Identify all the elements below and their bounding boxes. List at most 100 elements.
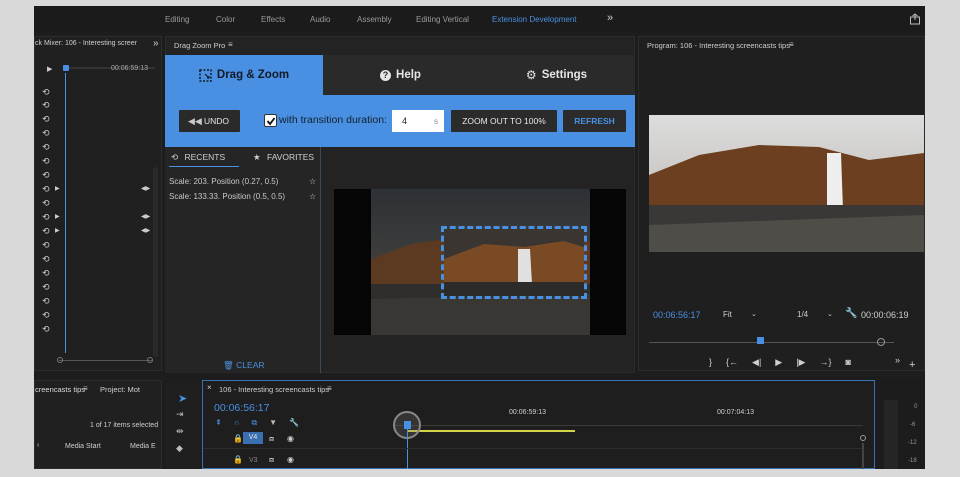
mixer-track-loop-icon[interactable]: ⟲ (42, 212, 50, 223)
mixer-scrollbar[interactable] (153, 167, 158, 357)
favorite-star-icon[interactable]: ☆ (309, 177, 316, 186)
workspace-color[interactable]: Color (216, 15, 235, 24)
recent-item[interactable]: Scale: 203. Position (0.27, 0.5) ☆ (169, 177, 319, 186)
favorite-star-icon[interactable]: ☆ (309, 192, 316, 201)
mixer-track-keyframe-icon[interactable]: ◀▶ (141, 227, 150, 234)
add-marker-icon[interactable]: ▼ (269, 418, 277, 428)
mixer-track-loop-icon[interactable]: ⟲ (42, 254, 50, 265)
mixer-track-loop-icon[interactable]: ⟲ (42, 324, 50, 335)
mixer-track-loop-icon[interactable]: ⟲ (42, 226, 50, 237)
v4-sync-icon[interactable]: ⧈ (269, 434, 274, 444)
workspace-editing-vertical[interactable]: Editing Vertical (416, 15, 469, 24)
tab-settings[interactable]: ⚙ Settings (478, 55, 635, 95)
timeline-wrench-icon[interactable]: 🔧 (289, 418, 299, 428)
timeline-close-icon[interactable]: × (207, 383, 212, 392)
go-to-out-icon[interactable]: →} (819, 357, 831, 368)
project-tab-project[interactable]: Project: Mot (100, 385, 140, 394)
track-v3-label[interactable]: V3 (249, 457, 258, 464)
razor-tool-icon[interactable]: ◆ (176, 443, 183, 454)
workspace-audio[interactable]: Audio (310, 15, 330, 24)
mixer-track-loop-icon[interactable]: ⟲ (42, 240, 50, 251)
play-icon[interactable]: ▶ (775, 357, 782, 368)
workspace-assembly[interactable]: Assembly (357, 15, 392, 24)
mixer-track-loop-icon[interactable]: ⟲ (42, 156, 50, 167)
ripple-edit-tool-icon[interactable]: ⇹ (176, 426, 184, 437)
mixer-track-loop-icon[interactable]: ⟲ (42, 114, 50, 125)
mixer-track-loop-icon[interactable]: ⟲ (42, 198, 50, 209)
duration-input[interactable]: 4 s (392, 110, 444, 132)
workspace-editing[interactable]: Editing (165, 15, 189, 24)
nest-icon[interactable]: ⇞ (215, 418, 222, 428)
timeline-vscroll[interactable] (862, 443, 864, 469)
mixer-track-loop-icon[interactable]: ⟲ (42, 128, 50, 139)
favorites-tab[interactable]: ★ FAVORITES (253, 152, 314, 163)
v4-eye-icon[interactable]: ◉ (287, 434, 294, 443)
zoom-out-button[interactable]: ZOOM OUT TO 100% (451, 110, 557, 132)
mixer-track-loop-icon[interactable]: ⟲ (42, 170, 50, 181)
mixer-playhead[interactable] (63, 65, 69, 71)
dzp-panel-menu-icon[interactable]: ≡ (228, 40, 233, 49)
mixer-track-loop-icon[interactable]: ⟲ (42, 268, 50, 279)
mixer-track-loop-icon[interactable]: ⟲ (42, 282, 50, 293)
wrench-icon[interactable]: 🔧 (845, 308, 857, 319)
tab-help[interactable]: ? Help (323, 55, 478, 95)
mixer-track-loop-icon[interactable]: ⟲ (42, 100, 50, 111)
snap-icon[interactable]: ∩ (234, 418, 240, 428)
column-media-end[interactable]: Media E (130, 443, 156, 450)
track-v4-target[interactable]: V4 (243, 432, 263, 444)
camera-icon[interactable]: ◙ (846, 357, 851, 368)
go-to-in-icon[interactable]: {← (726, 357, 738, 368)
track-select-tool-icon[interactable]: ⇥ (176, 409, 184, 420)
workspace-effects[interactable]: Effects (261, 15, 285, 24)
step-back-icon[interactable]: ◀| (752, 357, 761, 368)
program-zoom-handle[interactable] (877, 338, 885, 346)
undo-button[interactable]: ◀◀ UNDO (179, 110, 240, 132)
column-media-start[interactable]: Media Start (65, 443, 101, 450)
clear-button[interactable]: 🗑 CLEAR (223, 360, 265, 371)
timeline-menu-icon[interactable]: ≡ (327, 384, 332, 393)
project-tab-sequence[interactable]: creencasts tips (35, 385, 85, 394)
mixer-more-icon[interactable]: » (153, 38, 159, 49)
workspace-more-icon[interactable]: » (607, 12, 613, 24)
preview-canvas[interactable] (334, 189, 626, 335)
v3-sync-icon[interactable]: ⧈ (269, 455, 274, 465)
fit-chevron-icon[interactable]: ⌄ (751, 310, 757, 318)
recent-item[interactable]: Scale: 133.33. Position (0.5, 0.5) ☆ (169, 192, 319, 201)
recents-tab[interactable]: ⟲ RECENTS (171, 152, 225, 163)
mixer-track-expand-icon[interactable]: ▶ (55, 227, 60, 234)
workspace-extension-development[interactable]: Extension Development (492, 15, 577, 24)
zoom-selection-box[interactable] (441, 226, 587, 299)
mixer-track-expand-icon[interactable]: ▶ (55, 213, 60, 220)
work-area-bar[interactable] (407, 430, 575, 432)
transition-checkbox[interactable] (264, 114, 277, 127)
timeline-timecode[interactable]: 00:06:56:17 (214, 402, 269, 414)
share-icon[interactable] (909, 13, 921, 25)
linked-selection-icon[interactable]: ⧉ (251, 418, 257, 428)
program-scrub-bar[interactable] (649, 342, 894, 343)
step-forward-icon[interactable]: |▶ (796, 357, 805, 368)
timeline-playhead[interactable] (404, 421, 411, 429)
mark-out-icon[interactable]: } (709, 357, 712, 368)
v3-lock-icon[interactable]: 🔒 (233, 455, 243, 464)
resolution-chevron-icon[interactable]: ⌄ (827, 310, 833, 318)
mixer-track-loop-icon[interactable]: ⟲ (42, 310, 50, 321)
mixer-track-expand-icon[interactable]: ▶ (55, 185, 60, 192)
tab-drag-zoom[interactable]: Drag & Zoom (165, 55, 323, 95)
fit-dropdown[interactable]: Fit (723, 310, 732, 319)
v4-lock-icon[interactable]: 🔒 (233, 434, 243, 443)
project-tab-menu-icon[interactable]: ≡ (83, 384, 88, 393)
resolution-dropdown[interactable]: 1/4 (797, 310, 808, 319)
program-add-icon[interactable]: + (909, 359, 915, 371)
program-more-icon[interactable]: » (895, 355, 900, 365)
mixer-track-loop-icon[interactable]: ⟲ (42, 184, 50, 195)
mixer-track-loop-icon[interactable]: ⟲ (42, 296, 50, 307)
refresh-button[interactable]: REFRESH (563, 110, 626, 132)
timeline-vscroll-handle[interactable] (860, 435, 866, 441)
v3-eye-icon[interactable]: ◉ (287, 455, 294, 464)
program-timecode[interactable]: 00:06:56:17 (653, 310, 701, 320)
mixer-track-keyframe-icon[interactable]: ◀▶ (141, 213, 150, 220)
mixer-hscroll-start[interactable] (57, 357, 63, 363)
program-menu-icon[interactable]: ≡ (789, 40, 794, 49)
mixer-hscroll-end[interactable] (147, 357, 153, 363)
mixer-track-keyframe-icon[interactable]: ◀▶ (141, 185, 150, 192)
